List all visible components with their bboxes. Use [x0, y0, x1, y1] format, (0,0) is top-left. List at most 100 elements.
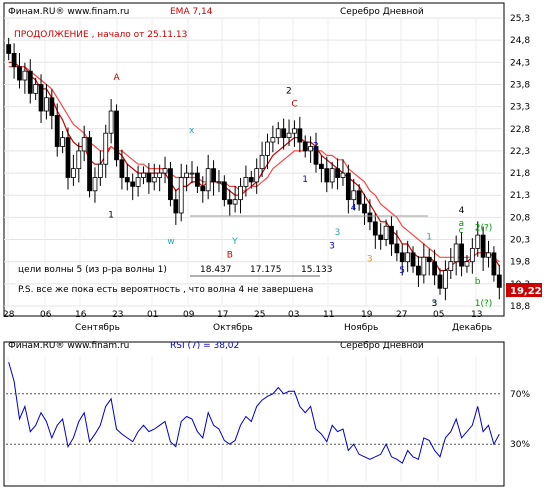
price-y-tick-label: 24,3	[510, 58, 530, 68]
candle-body	[432, 261, 438, 276]
candle-body	[38, 84, 44, 112]
candle-body	[200, 185, 206, 192]
price-x-tick-label: 06	[40, 310, 52, 320]
price-x-tick-label: 19	[361, 310, 373, 320]
candle-body	[103, 132, 109, 165]
candle-body	[248, 177, 254, 183]
wave-label: 1	[426, 233, 432, 243]
month-label: Октябрь	[213, 323, 253, 333]
candle-body	[367, 212, 373, 223]
rsi-level-label: 70%	[510, 390, 530, 400]
candle-body	[340, 172, 346, 178]
candle-body	[329, 168, 335, 183]
price-y-tick-label: 24,8	[510, 36, 530, 46]
wave-label: 4	[459, 206, 465, 216]
candle-body	[184, 172, 190, 178]
rsi-source-label: Финам.RU® www.finam.ru	[8, 341, 129, 351]
candle-body	[178, 177, 184, 214]
candle-body	[270, 137, 276, 143]
candle-body	[232, 199, 238, 205]
candle-body	[416, 265, 421, 276]
price-y-tick-label: 21,3	[510, 191, 530, 201]
price-y-tick-label: 18,8	[510, 302, 530, 312]
candle-body	[130, 181, 136, 187]
candle-body	[475, 234, 481, 249]
wave-label: 3	[432, 299, 438, 309]
ps-note: P.S. все же пока есть вероятность , что …	[18, 285, 313, 295]
candle-body	[437, 274, 443, 289]
candle-body	[114, 110, 119, 161]
rsi-level-label: 30%	[510, 440, 530, 450]
candle-body	[108, 110, 114, 134]
candle-body	[372, 221, 378, 236]
candle-body	[92, 177, 98, 192]
wave-label: c	[459, 226, 464, 236]
candle-body	[60, 137, 66, 147]
candle-body	[44, 97, 49, 112]
candle-body	[453, 243, 459, 263]
candle-body	[97, 163, 103, 178]
price-x-tick-label: 05	[433, 310, 444, 320]
candle-body	[151, 177, 157, 183]
candle-body	[141, 172, 146, 178]
wave-label: 1	[108, 210, 114, 220]
candle-body	[469, 247, 475, 263]
candle-body	[459, 243, 464, 267]
candle-body	[162, 168, 168, 174]
rsi-instrument-label: Серебро Дневной	[340, 341, 424, 351]
candle-body	[389, 225, 394, 245]
wave-label: 4	[351, 204, 357, 214]
month-label: Декабрь	[452, 323, 492, 333]
price-y-tick-label: 20,8	[510, 213, 530, 223]
price-x-tick-label: 27	[396, 310, 407, 320]
rsi-indicator-label: RSI (7) = 38,02	[170, 341, 239, 351]
candle-body	[124, 177, 130, 183]
candle-body	[302, 141, 308, 152]
last-price-value: 19,22	[510, 286, 542, 297]
candle-body	[87, 137, 92, 192]
price-y-tick-label: 21,8	[510, 169, 530, 179]
price-y-axis: 25,3 24,8 24,3 23,8 23,3 22,8 22,3 21,8 21,3 20,8…	[510, 14, 530, 312]
price-y-tick-label: 20,3	[510, 236, 530, 246]
candle-body	[54, 115, 60, 147]
candle-body	[49, 97, 55, 116]
candle-body	[238, 185, 243, 201]
candle-body	[356, 190, 362, 205]
price-x-tick-label: 13	[471, 310, 482, 320]
candle-body	[157, 172, 163, 178]
candle-body	[286, 132, 292, 139]
candle-body	[335, 168, 340, 178]
candle-body	[135, 177, 141, 187]
month-label: Ноябрь	[344, 323, 378, 333]
wave-label: 1	[302, 175, 308, 185]
candle-body	[194, 172, 200, 187]
candle-body	[81, 137, 87, 152]
candle-body	[65, 137, 71, 178]
candle-body	[410, 252, 416, 267]
candle-body	[11, 53, 17, 68]
targets-label: цели волны 5 (из р-ра волны 1)	[18, 265, 167, 275]
wave-label: 5	[399, 266, 405, 276]
wave-label: 3	[367, 255, 373, 265]
candle-body	[227, 199, 233, 205]
wave-label: Y	[231, 237, 238, 247]
candle-body	[345, 172, 351, 201]
candle-body	[324, 168, 330, 183]
month-label: Сентябрь	[75, 323, 120, 333]
price-x-tick-label: 01	[147, 310, 158, 320]
target-value-3: 15.133	[301, 265, 333, 275]
candle-body	[351, 190, 357, 201]
wave-label: A	[114, 73, 121, 83]
candle-body	[383, 225, 389, 240]
wave-label: 1(?)	[475, 299, 493, 309]
candle-body	[205, 168, 211, 192]
price-y-tick-label: 25,3	[510, 14, 530, 24]
candle-body	[27, 70, 33, 94]
candle-body	[442, 270, 448, 289]
wave-label: 3	[335, 228, 341, 238]
price-y-tick-label: 23,3	[510, 103, 530, 113]
candle-body	[22, 70, 28, 81]
wave-label: C	[291, 100, 297, 110]
wave-label: b	[475, 277, 481, 287]
price-y-tick-label: 22,3	[510, 147, 530, 157]
